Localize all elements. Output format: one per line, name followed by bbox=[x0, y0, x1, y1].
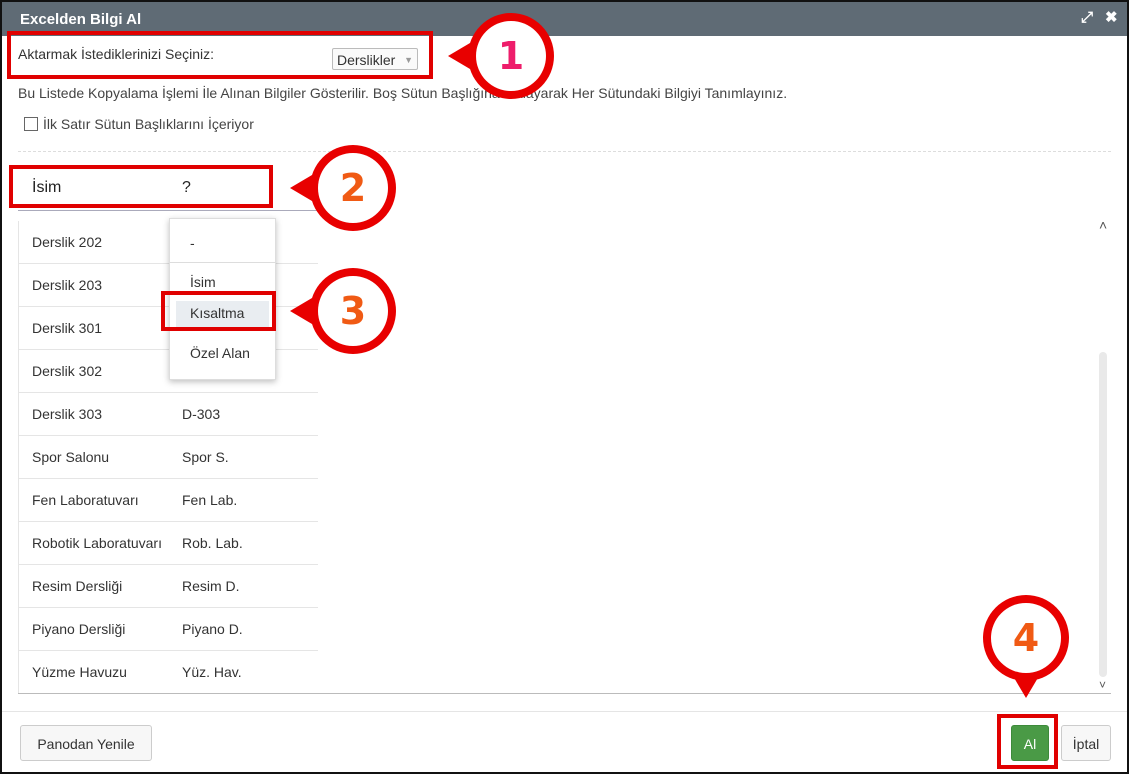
cell-name: Fen Laboratuvarı bbox=[32, 492, 139, 508]
scroll-down-icon[interactable]: ˅ bbox=[1099, 678, 1106, 692]
cell-value: Spor S. bbox=[182, 449, 229, 465]
step-marker-2: 2 bbox=[310, 145, 396, 231]
scroll-up-icon[interactable]: ˄ bbox=[1099, 217, 1107, 233]
step-number: 3 bbox=[318, 276, 388, 346]
cell-value: Resim D. bbox=[182, 578, 240, 594]
cell-name: Derslik 303 bbox=[32, 406, 103, 422]
header-row-checkbox[interactable] bbox=[24, 117, 38, 131]
table-row: Spor Salonu Spor S. bbox=[18, 436, 318, 479]
table-row: Derslik 303 D-303 bbox=[18, 393, 318, 436]
table-row: Robotik Laboratuvarı Rob. Lab. bbox=[18, 522, 318, 565]
annotation-box-3 bbox=[161, 291, 276, 331]
cell-value: Piyano D. bbox=[182, 621, 243, 637]
marker-pointer bbox=[290, 298, 312, 324]
cell-value: Rob. Lab. bbox=[182, 535, 243, 551]
dropdown-separator bbox=[170, 262, 275, 263]
annotation-box-1 bbox=[7, 31, 433, 79]
cell-name: Derslik 302 bbox=[32, 363, 103, 379]
step-number: 1 bbox=[476, 21, 546, 91]
table-row: Piyano Dersliği Piyano D. bbox=[18, 608, 318, 651]
step-marker-3: 3 bbox=[310, 268, 396, 354]
cell-name: Piyano Dersliği bbox=[32, 621, 126, 637]
cell-name: Resim Dersliği bbox=[32, 578, 123, 594]
marker-pointer bbox=[448, 43, 470, 69]
step-marker-1: 1 bbox=[468, 13, 554, 99]
import-dialog: Excelden Bilgi Al ⤢ ✖ Aktarmak İstedikle… bbox=[0, 0, 1129, 774]
cancel-button[interactable]: İptal bbox=[1061, 725, 1111, 761]
cell-name: Yüzme Havuzu bbox=[32, 664, 127, 680]
marker-pointer bbox=[290, 175, 312, 201]
expand-icon[interactable]: ⤢ bbox=[1081, 9, 1093, 27]
step-number: 2 bbox=[318, 153, 388, 223]
annotation-box-2 bbox=[9, 165, 273, 208]
close-icon[interactable]: ✖ bbox=[1105, 9, 1118, 27]
table-row: Yüzme Havuzu Yüz. Hav. bbox=[18, 651, 318, 694]
cell-name: Spor Salonu bbox=[32, 449, 110, 465]
grid-bottom-border bbox=[18, 693, 1111, 694]
step-number: 4 bbox=[991, 603, 1061, 673]
header-row-checkbox-label: İlk Satır Sütun Başlıklarını İçeriyor bbox=[43, 116, 254, 132]
dialog-title: Excelden Bilgi Al bbox=[20, 11, 142, 28]
dropdown-option-none[interactable]: - bbox=[190, 235, 195, 251]
step-marker-4: 4 bbox=[983, 595, 1069, 681]
marker-pointer bbox=[1013, 676, 1039, 698]
footer-divider bbox=[2, 711, 1127, 712]
divider bbox=[18, 151, 1111, 152]
annotation-box-4 bbox=[997, 714, 1058, 769]
table-row: Fen Laboratuvarı Fen Lab. bbox=[18, 479, 318, 522]
header-row-option[interactable]: İlk Satır Sütun Başlıklarını İçeriyor bbox=[24, 116, 254, 132]
vertical-scrollbar[interactable] bbox=[1099, 352, 1107, 677]
table-row: Resim Dersliği Resim D. bbox=[18, 565, 318, 608]
cell-name: Derslik 203 bbox=[32, 277, 103, 293]
cell-value: Yüz. Hav. bbox=[182, 664, 242, 680]
cell-name: Robotik Laboratuvarı bbox=[32, 535, 162, 551]
cell-name: Derslik 202 bbox=[32, 234, 103, 250]
cell-value: Fen Lab. bbox=[182, 492, 238, 508]
info-text: Bu Listede Kopyalama İşlemi İle Alınan B… bbox=[18, 85, 788, 101]
dropdown-option-name[interactable]: İsim bbox=[190, 274, 216, 290]
cell-name: Derslik 301 bbox=[32, 320, 103, 336]
refresh-from-clipboard-button[interactable]: Panodan Yenile bbox=[20, 725, 152, 761]
cell-value: D-303 bbox=[182, 406, 221, 422]
dropdown-option-custom[interactable]: Özel Alan bbox=[190, 345, 250, 361]
